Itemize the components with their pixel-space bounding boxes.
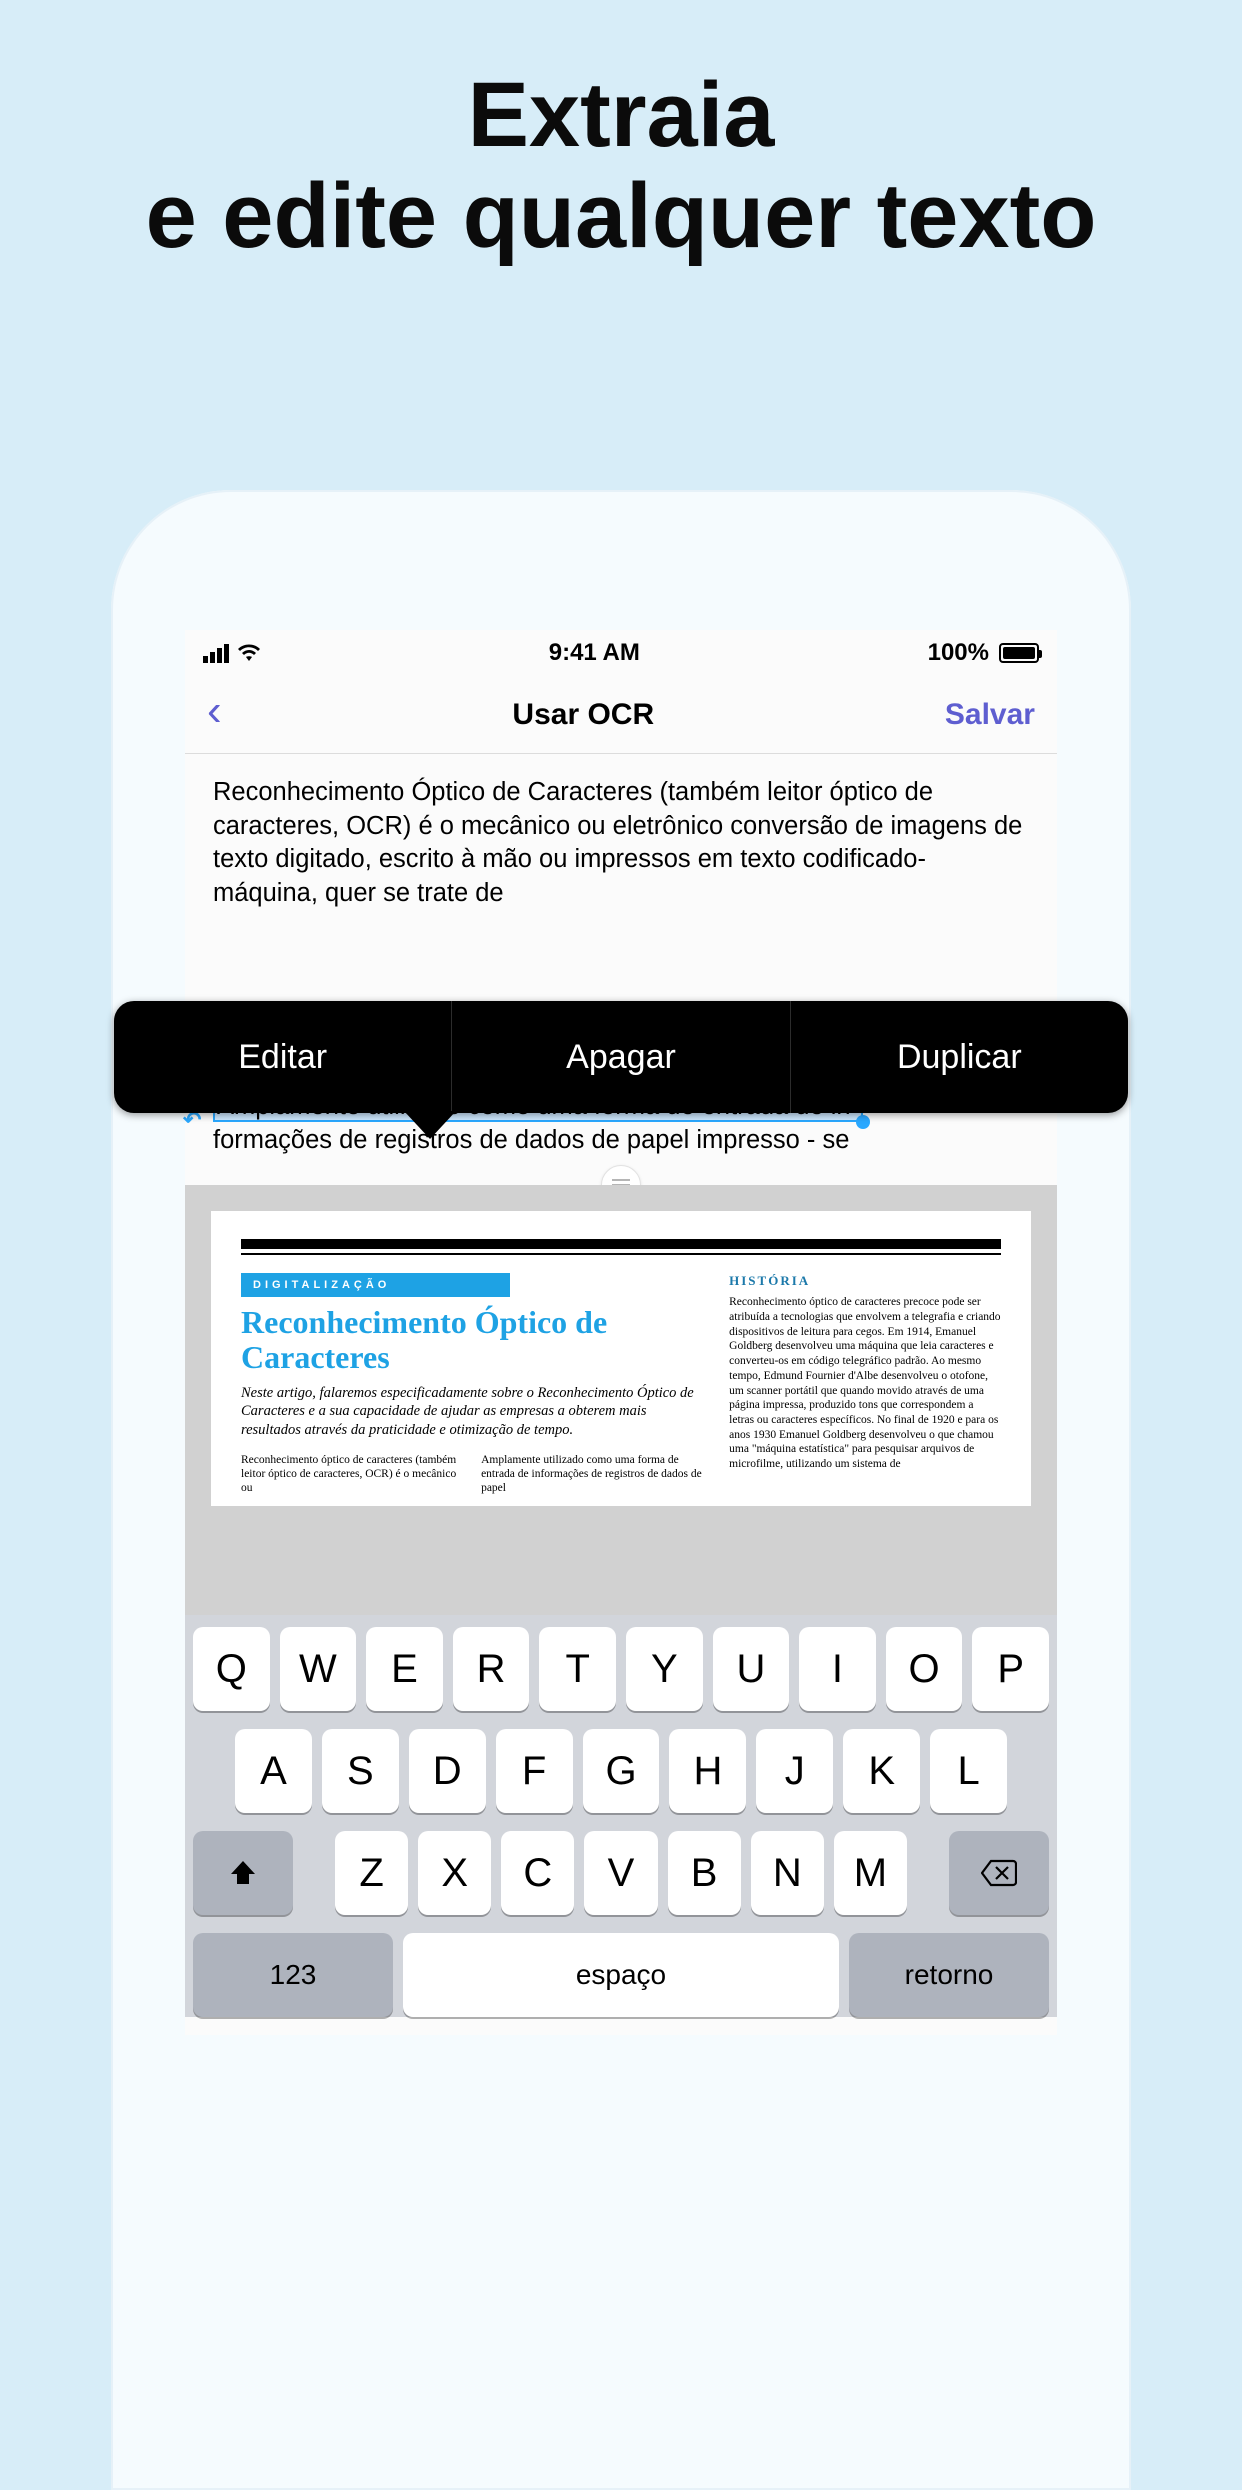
keyboard: Q W E R T Y U I O P A S D F G H J K L (185, 1615, 1057, 2017)
context-menu: Editar Apagar Duplicar (114, 1001, 1128, 1113)
key-backspace[interactable] (949, 1831, 1049, 1915)
shift-icon (228, 1858, 258, 1888)
nav-title: Usar OCR (512, 698, 654, 732)
document-page: DIGITALIZAÇÃO Reconhecimento Óptico de C… (211, 1211, 1031, 1506)
backspace-icon (981, 1859, 1017, 1887)
key-v[interactable]: V (584, 1831, 657, 1915)
battery-percent: 100% (928, 639, 989, 667)
doc-lead: Neste artigo, falaremos especificadament… (241, 1384, 703, 1438)
ocr-body-before: Reconhecimento Óptico de Caracteres (tam… (213, 778, 1022, 907)
key-h[interactable]: H (669, 1729, 746, 1813)
wifi-icon (237, 643, 261, 663)
key-b[interactable]: B (668, 1831, 741, 1915)
key-n[interactable]: N (751, 1831, 824, 1915)
key-l[interactable]: L (930, 1729, 1007, 1813)
context-delete[interactable]: Apagar (452, 1001, 790, 1113)
key-x[interactable]: X (418, 1831, 491, 1915)
phone-mock: 9:41 AM 100% ‹ Usar OCR Salvar Reconheci… (111, 490, 1131, 2490)
ocr-body-after: formações de registros de dados de papel… (213, 1126, 849, 1154)
status-left (203, 643, 261, 663)
key-f[interactable]: F (496, 1729, 573, 1813)
key-space[interactable]: espaço (403, 1933, 839, 2017)
key-u[interactable]: U (713, 1627, 790, 1711)
doc-col1: Reconhecimento óptico de caracteres (tam… (241, 1453, 463, 1496)
key-w[interactable]: W (280, 1627, 357, 1711)
key-o[interactable]: O (886, 1627, 963, 1711)
document-preview[interactable]: DIGITALIZAÇÃO Reconhecimento Óptico de C… (185, 1185, 1057, 1615)
key-p[interactable]: P (972, 1627, 1049, 1711)
key-m[interactable]: M (834, 1831, 907, 1915)
context-duplicate[interactable]: Duplicar (791, 1001, 1128, 1113)
keyboard-row-bottom: 123 espaço retorno (193, 1933, 1049, 2017)
key-e[interactable]: E (366, 1627, 443, 1711)
key-return[interactable]: retorno (849, 1933, 1049, 2017)
doc-history-body: Reconhecimento óptico de caracteres prec… (729, 1295, 1001, 1472)
key-y[interactable]: Y (626, 1627, 703, 1711)
save-button[interactable]: Salvar (945, 698, 1035, 732)
promo-line1: Extraia (0, 65, 1242, 166)
key-r[interactable]: R (453, 1627, 530, 1711)
doc-title: Reconhecimento Óptico de Caracteres (241, 1305, 703, 1374)
context-edit[interactable]: Editar (114, 1001, 452, 1113)
back-button[interactable]: ‹ (207, 689, 222, 733)
cellular-icon (203, 644, 229, 663)
doc-col2: Amplamente utilizado como uma forma de e… (481, 1453, 703, 1496)
key-z[interactable]: Z (335, 1831, 408, 1915)
key-a[interactable]: A (235, 1729, 312, 1813)
doc-tag: DIGITALIZAÇÃO (241, 1273, 510, 1297)
keyboard-row-3: Z X C V B N M (193, 1831, 1049, 1915)
doc-history-heading: HISTÓRIA (729, 1273, 1001, 1289)
thin-rule (241, 1253, 1001, 1255)
key-k[interactable]: K (843, 1729, 920, 1813)
heavy-rule (241, 1239, 1001, 1249)
keyboard-row-1: Q W E R T Y U I O P (193, 1627, 1049, 1711)
status-time: 9:41 AM (549, 639, 640, 667)
key-d[interactable]: D (409, 1729, 486, 1813)
key-t[interactable]: T (539, 1627, 616, 1711)
key-g[interactable]: G (583, 1729, 660, 1813)
selection-handle-right[interactable] (856, 1115, 870, 1129)
ocr-text-area[interactable]: Reconhecimento Óptico de Caracteres (tam… (185, 754, 1057, 1185)
promo-line2: e edite qualquer texto (0, 166, 1242, 267)
key-c[interactable]: C (501, 1831, 574, 1915)
status-right: 100% (928, 639, 1039, 667)
promo-headline: Extraia e edite qualquer texto (0, 65, 1242, 267)
key-s[interactable]: S (322, 1729, 399, 1813)
keyboard-row-2: A S D F G H J K L (193, 1729, 1049, 1813)
app-screen: 9:41 AM 100% ‹ Usar OCR Salvar Reconheci… (185, 630, 1057, 2035)
key-q[interactable]: Q (193, 1627, 270, 1711)
battery-icon (999, 643, 1039, 663)
status-bar: 9:41 AM 100% (185, 630, 1057, 676)
key-j[interactable]: J (756, 1729, 833, 1813)
key-numbers[interactable]: 123 (193, 1933, 393, 2017)
key-shift[interactable] (193, 1831, 293, 1915)
key-i[interactable]: I (799, 1627, 876, 1711)
nav-bar: ‹ Usar OCR Salvar (185, 676, 1057, 754)
